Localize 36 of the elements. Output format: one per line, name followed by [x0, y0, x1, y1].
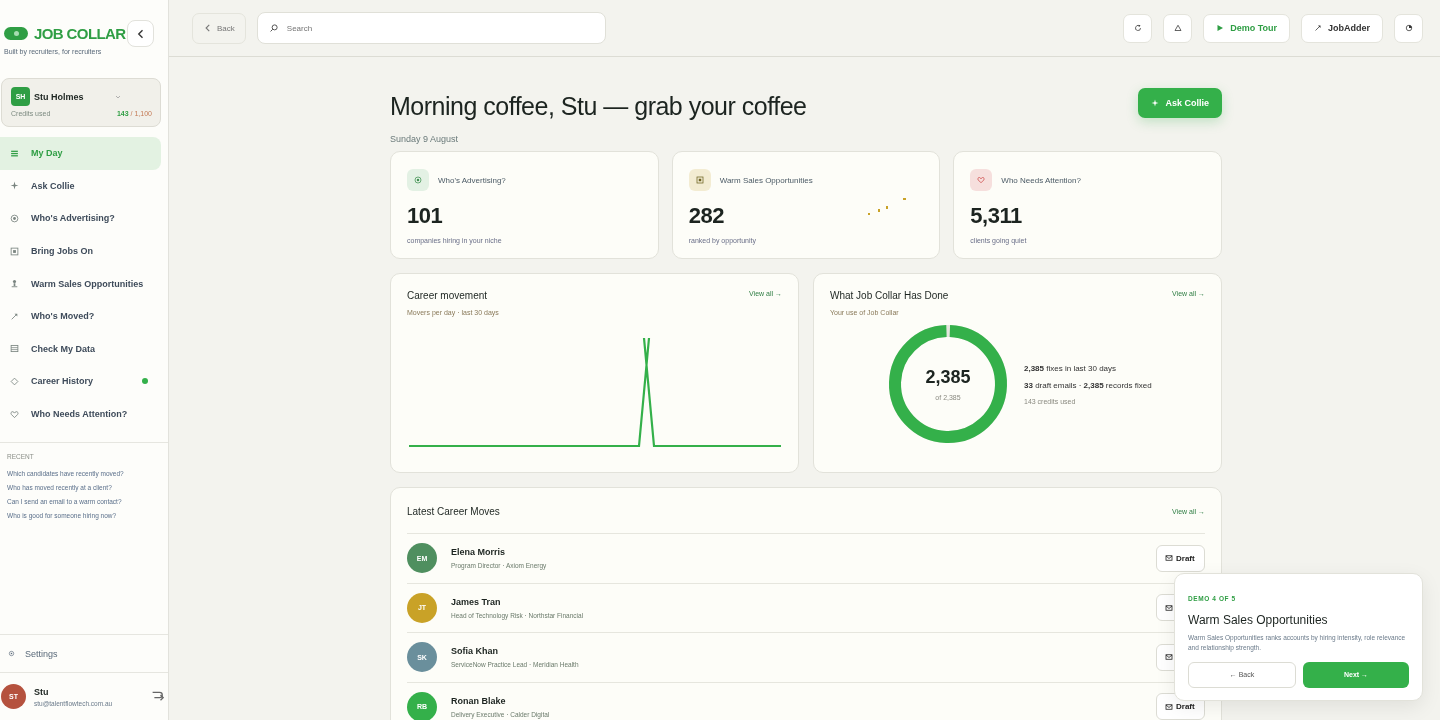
stat-label: Who's Advertising?	[438, 175, 506, 185]
tour-title: Warm Sales Opportunities	[1188, 613, 1329, 627]
nav-item[interactable]: Who's Moved?	[0, 299, 161, 333]
summary-line: 33 draft emails · 2,385 records fixed	[1024, 380, 1152, 390]
account-name: Stu Holmes	[34, 91, 85, 102]
nav-item[interactable]: Career History	[0, 365, 161, 398]
card-title: Career movement	[407, 290, 489, 301]
summary-line: 2,385 fixes in last 30 days	[1024, 363, 1118, 373]
donut-total: 2,385	[925, 367, 971, 388]
nav-item[interactable]: Warm Sales Opportunities	[0, 267, 161, 300]
brand-name: JOB COLLAR	[34, 25, 126, 42]
stat-value: 5,311	[970, 203, 1022, 229]
search-field[interactable]: Search	[256, 12, 606, 44]
nav-item[interactable]: Bring Jobs On	[0, 234, 161, 268]
page-title: Morning coffee, Stu — grab your coffee	[390, 92, 807, 121]
draft-button[interactable]: Draft	[1156, 544, 1205, 572]
person-name: Elena Morris	[451, 547, 507, 558]
user-name: Stu	[34, 686, 50, 697]
person-name: Sofia Khan	[451, 646, 499, 657]
toolbar-button[interactable]: Demo Tour	[1203, 13, 1290, 43]
nav-item[interactable]: Check My Data	[0, 332, 161, 366]
back-button[interactable]: Back	[192, 12, 246, 44]
settings-link[interactable]: Settings	[0, 634, 168, 672]
date-label: Sunday 9 August	[390, 134, 460, 144]
toolbar-button[interactable]: JobAdder	[1301, 13, 1383, 43]
nav-item[interactable]: Who's Advertising?	[0, 202, 161, 235]
nav-item[interactable]: Who Needs Attention?	[0, 397, 161, 431]
card-title: Latest Career Moves	[407, 506, 500, 517]
stat-value: 282	[688, 203, 724, 229]
card-title: What Job Collar Has Done	[830, 290, 949, 301]
stat-label: Who Needs Attention?	[1001, 175, 1081, 185]
person-name: James Tran	[451, 596, 502, 607]
nav-item[interactable]: Ask Collie	[0, 169, 161, 203]
person-name: Ronan Blake	[451, 695, 507, 706]
stat-label: Warm Sales Opportunities	[719, 175, 813, 185]
stat-value: 101	[407, 203, 443, 229]
